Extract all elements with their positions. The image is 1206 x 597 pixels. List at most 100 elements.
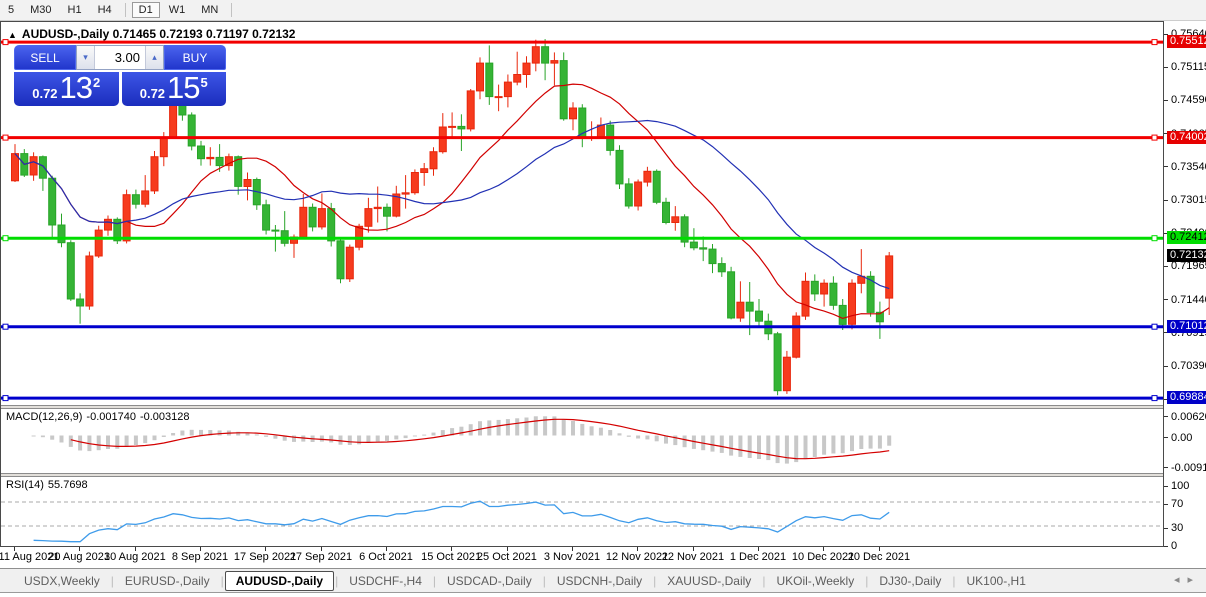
timeframe-button-h4[interactable]: H4	[91, 2, 119, 18]
macd-histogram	[31, 416, 892, 464]
volume-stepper: ▾ 3.00 ▴	[76, 45, 164, 70]
rsi-scale-tick	[1164, 503, 1168, 505]
time-label: 25 Oct 2021	[476, 551, 537, 563]
price-tick-label: 0.70390	[1171, 360, 1206, 373]
price-tick-label: 0.71965	[1171, 260, 1206, 273]
buy-button[interactable]: BUY	[164, 45, 226, 70]
time-label: 10 Dec 2021	[791, 551, 855, 563]
time-label: 1 Dec 2021	[729, 551, 787, 563]
macd-scale-tick	[1164, 467, 1168, 469]
tab-dj30-daily[interactable]: DJ30-,Daily	[869, 571, 951, 591]
price-tick-label: 0.73015	[1171, 194, 1206, 207]
price-tick	[1164, 99, 1168, 101]
price-axis[interactable]: 0.756400.751150.745900.740650.735400.730…	[1164, 21, 1206, 552]
tab-scroll-right-icon[interactable]: ▸	[1187, 574, 1201, 586]
macd-scale-label: 0.006201	[1171, 410, 1206, 423]
chevron-up-icon: ▴	[152, 52, 157, 62]
price-tick-label: 0.73540	[1171, 160, 1206, 173]
tab-audusd-daily[interactable]: AUDUSD-,Daily	[224, 570, 335, 591]
buy-price-prefix: 0.72	[139, 86, 166, 101]
time-label: 30 Aug 2021	[103, 551, 166, 563]
price-badge-resistance-level-2: 0.74002	[1167, 130, 1206, 144]
price-chart-pane[interactable]: ▲ AUDUSD-,Daily 0.71465 0.72193 0.71197 0…	[1, 22, 1163, 405]
timeframe-button-h1[interactable]: H1	[61, 2, 89, 18]
tab-ukoil-weekly[interactable]: UKOil-,Weekly	[766, 571, 864, 591]
price-tick	[1164, 299, 1168, 301]
timeframe-button-5[interactable]: 5	[1, 2, 21, 18]
time-axis[interactable]: 11 Aug 2021 20 Aug 2021 30 Aug 2021 8 Sep 2…	[0, 547, 1164, 564]
macd-scale-label: 0.00	[1171, 431, 1193, 444]
price-tick-label: 0.71440	[1171, 293, 1206, 306]
time-label: 3 Nov 2021	[543, 551, 601, 563]
trading-terminal: 5 M30 H1 H4 D1 W1 MN ▲ AUDUSD-,Daily 0.71465 0.…	[0, 0, 1206, 597]
volume-decrease-button[interactable]: ▾	[77, 46, 95, 69]
price-tick	[1164, 166, 1168, 168]
timeframe-button-mn[interactable]: MN	[194, 2, 225, 18]
collapse-icon[interactable]: ▲	[8, 30, 17, 40]
rsi-chart[interactable]	[1, 477, 1163, 546]
time-label: 12 Nov 2021	[605, 551, 669, 563]
price-tick	[1164, 365, 1168, 367]
tab-xauusd-daily[interactable]: XAUUSD-,Daily	[657, 571, 761, 591]
volume-increase-button[interactable]: ▴	[145, 46, 163, 69]
tab-separator: |	[762, 573, 766, 588]
tab-usdcad-daily[interactable]: USDCAD-,Daily	[437, 571, 542, 591]
price-badge-support-level-blue-1: 0.71012	[1167, 319, 1206, 333]
sell-price-digits: 13	[59, 70, 93, 105]
price-badge-support-level-green: 0.72412	[1167, 231, 1206, 245]
rsi-pane[interactable]: RSI(14) 55.7698	[1, 477, 1163, 546]
time-label: 20 Dec 2021	[847, 551, 911, 563]
buy-price-button[interactable]: 0.72 15 5	[121, 70, 226, 106]
sell-price-button[interactable]: 0.72 13 2	[14, 72, 119, 106]
timeframe-button-d1[interactable]: D1	[131, 2, 160, 18]
price-tick	[1164, 66, 1168, 68]
chart-window: ▲ AUDUSD-,Daily 0.71465 0.72193 0.71197 0…	[0, 21, 1164, 547]
toolbar-separator	[124, 3, 126, 17]
tab-separator: |	[952, 573, 956, 588]
rsi-scale-tick	[1164, 527, 1168, 529]
tab-usdchf-h4[interactable]: USDCHF-,H4	[339, 571, 432, 591]
sell-button[interactable]: SELL	[14, 45, 76, 70]
macd-scale-tick	[1164, 416, 1168, 418]
chart-title-symbol: AUDUSD-,Daily	[21, 27, 110, 41]
tab-separator: |	[110, 573, 114, 588]
tab-separator: |	[542, 573, 546, 588]
rsi-scale-label: 100	[1171, 480, 1190, 492]
tab-usdcnh-daily[interactable]: USDCNH-,Daily	[547, 571, 652, 591]
chevron-down-icon: ▾	[83, 52, 88, 62]
time-label: 20 Aug 2021	[48, 551, 110, 563]
tab-eurusd-daily[interactable]: EURUSD-,Daily	[115, 571, 220, 591]
tab-uk100-h1[interactable]: UK100-,H1	[957, 571, 1036, 591]
time-label: 22 Nov 2021	[661, 551, 725, 563]
price-badge-resistance-level-1: 0.75512	[1167, 35, 1206, 49]
price-badge-support-level-blue-2: 0.69884	[1167, 391, 1206, 405]
timeframe-button-m30[interactable]: M30	[23, 2, 58, 18]
rsi-scale-label: 70	[1171, 498, 1184, 510]
price-badge-current-price: 0.72132	[1167, 248, 1206, 262]
time-label: 27 Sep 2021	[289, 551, 353, 563]
buy-price-digits: 15	[167, 70, 200, 105]
tab-separator: |	[653, 573, 657, 588]
tab-usdx-weekly[interactable]: USDX,Weekly	[14, 571, 110, 591]
rsi-label: RSI(14) 55.7698	[6, 479, 88, 491]
macd-scale-tick	[1164, 437, 1168, 438]
chart-title: ▲ AUDUSD-,Daily 0.71465 0.72193 0.71197 0…	[8, 27, 295, 41]
tab-separator: |	[220, 573, 224, 588]
sell-price-pipette: 2	[93, 75, 101, 90]
chart-tabs: USDX,Weekly | EURUSD-,Daily | AUDUSD-,Daily |…	[0, 568, 1206, 593]
timeframe-toolbar: 5 M30 H1 H4 D1 W1 MN	[0, 0, 1206, 21]
tab-scroll-left-icon[interactable]: ◂	[1174, 574, 1188, 586]
price-tick	[1164, 199, 1168, 201]
tab-separator: |	[335, 573, 339, 588]
macd-pane[interactable]: MACD(12,26,9) -0.001740 -0.003128	[1, 409, 1163, 473]
chart-title-ohlc: 0.71465 0.72193 0.71197 0.72132	[112, 27, 296, 41]
tab-separator: |	[432, 573, 437, 588]
rsi-line	[33, 500, 890, 543]
macd-scale-label: -0.00919	[1171, 461, 1206, 474]
rsi-scale-label: 0	[1171, 540, 1178, 552]
volume-input[interactable]: 3.00	[95, 46, 145, 69]
time-label: 6 Oct 2021	[359, 551, 413, 563]
timeframe-button-w1[interactable]: W1	[162, 2, 193, 18]
rsi-scale-tick	[1164, 545, 1168, 547]
rsi-scale-label: 30	[1171, 522, 1184, 534]
